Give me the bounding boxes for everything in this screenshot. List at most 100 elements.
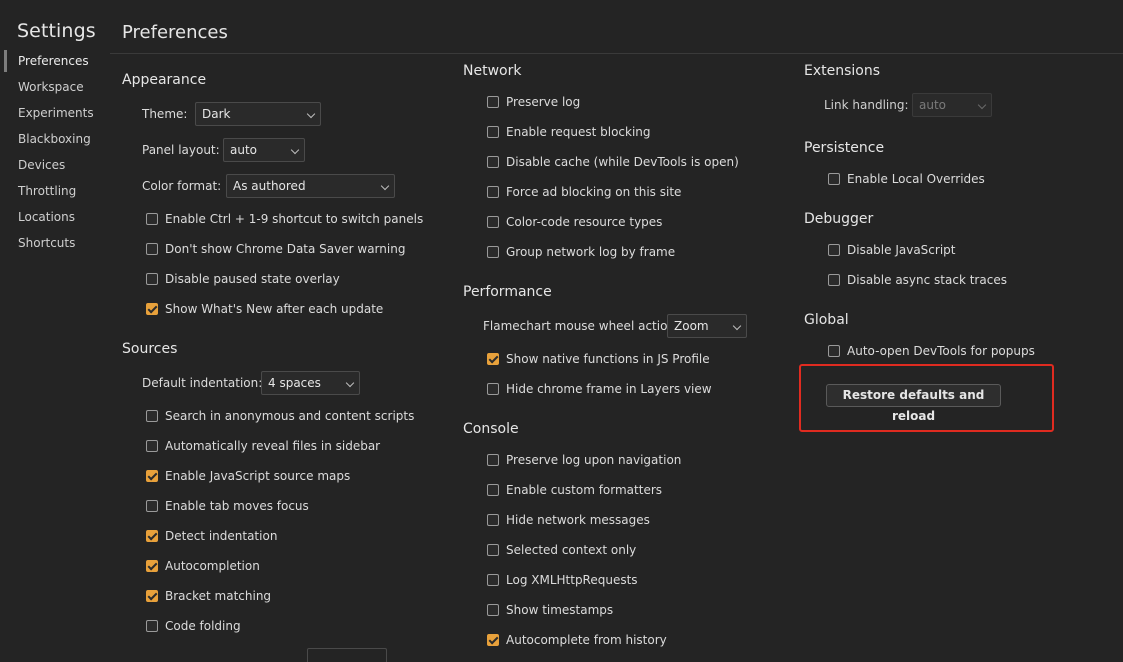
option-label: Autocomplete from history <box>506 633 667 647</box>
color-format-label: Color format: <box>142 179 222 193</box>
option-disable-javascript[interactable]: Disable JavaScript <box>828 240 955 260</box>
checkbox[interactable] <box>487 383 499 395</box>
option-reveal-files[interactable]: Automatically reveal files in sidebar <box>146 436 380 456</box>
option-label: Auto-open DevTools for popups <box>847 344 1035 358</box>
option-selected-context[interactable]: Selected context only <box>487 540 636 560</box>
option-label: Disable async stack traces <box>847 273 1007 287</box>
sidebar-item-locations[interactable]: Locations <box>0 204 110 230</box>
option-tab-focus[interactable]: Enable tab moves focus <box>146 496 309 516</box>
option-show-timestamps[interactable]: Show timestamps <box>487 600 613 620</box>
option-label: Log XMLHttpRequests <box>506 573 638 587</box>
link-handling-select[interactable]: auto <box>912 93 992 117</box>
option-label: Search in anonymous and content scripts <box>165 409 415 423</box>
restore-defaults-button[interactable]: Restore defaults and reload <box>826 384 1001 423</box>
performance-heading: Performance <box>463 284 552 300</box>
checkbox[interactable] <box>146 243 158 255</box>
checkbox[interactable] <box>146 620 158 632</box>
checkbox[interactable] <box>487 156 499 168</box>
checkbox-checked[interactable] <box>146 303 158 315</box>
chevron-down-icon <box>732 321 742 331</box>
checkbox-checked[interactable] <box>487 353 499 365</box>
checkbox[interactable] <box>828 244 840 256</box>
checkbox-checked[interactable] <box>146 590 158 602</box>
sidebar-item-preferences[interactable]: Preferences <box>0 48 110 74</box>
option-label: Enable Local Overrides <box>847 172 985 186</box>
theme-select[interactable]: Dark <box>195 102 321 126</box>
checkbox[interactable] <box>146 410 158 422</box>
panel-layout-select[interactable]: auto <box>223 138 305 162</box>
link-handling-value: auto <box>919 98 947 112</box>
sidebar-item-experiments[interactable]: Experiments <box>0 100 110 126</box>
checkbox[interactable] <box>828 173 840 185</box>
sidebar-item-devices[interactable]: Devices <box>0 152 110 178</box>
option-auto-open-devtools[interactable]: Auto-open DevTools for popups <box>828 341 1035 361</box>
option-label: Enable custom formatters <box>506 483 663 497</box>
checkbox[interactable] <box>487 544 499 556</box>
checkbox[interactable] <box>487 126 499 138</box>
sidebar-item-throttling[interactable]: Throttling <box>0 178 110 204</box>
option-disable-cache[interactable]: Disable cache (while DevTools is open) <box>487 152 739 172</box>
option-request-blocking[interactable]: Enable request blocking <box>487 122 651 142</box>
option-label: Enable Ctrl + 1-9 shortcut to switch pan… <box>165 212 424 226</box>
flamechart-label: Flamechart mouse wheel action: <box>483 319 680 333</box>
checkbox-checked[interactable] <box>146 470 158 482</box>
option-group-by-frame[interactable]: Group network log by frame <box>487 242 675 262</box>
checkbox-checked[interactable] <box>146 560 158 572</box>
color-format-value: As authored <box>233 179 306 193</box>
checkbox[interactable] <box>487 216 499 228</box>
option-async-stack-traces[interactable]: Disable async stack traces <box>828 270 1007 290</box>
option-preserve-log[interactable]: Preserve log <box>487 92 580 112</box>
checkbox[interactable] <box>146 440 158 452</box>
console-heading: Console <box>463 421 519 437</box>
checkbox-checked[interactable] <box>487 634 499 646</box>
panel-layout-label: Panel layout: <box>142 143 220 157</box>
checkbox[interactable] <box>487 246 499 258</box>
checkbox[interactable] <box>828 274 840 286</box>
option-label: Disable cache (while DevTools is open) <box>506 155 739 169</box>
option-color-code[interactable]: Color-code resource types <box>487 212 662 232</box>
option-whats-new[interactable]: Show What's New after each update <box>146 299 383 319</box>
checkbox[interactable] <box>146 273 158 285</box>
option-label: Enable request blocking <box>506 125 651 139</box>
option-search-anonymous[interactable]: Search in anonymous and content scripts <box>146 406 414 426</box>
checkbox[interactable] <box>487 514 499 526</box>
checkbox-checked[interactable] <box>146 530 158 542</box>
checkbox[interactable] <box>487 96 499 108</box>
color-format-select[interactable]: As authored <box>226 174 395 198</box>
select-partial[interactable] <box>307 648 387 662</box>
option-log-xhr[interactable]: Log XMLHttpRequests <box>487 570 638 590</box>
option-autocompletion[interactable]: Autocompletion <box>146 556 260 576</box>
option-native-functions[interactable]: Show native functions in JS Profile <box>487 349 710 369</box>
option-source-maps[interactable]: Enable JavaScript source maps <box>146 466 350 486</box>
checkbox[interactable] <box>487 454 499 466</box>
option-code-folding[interactable]: Code folding <box>146 616 241 636</box>
indentation-select[interactable]: 4 spaces <box>261 371 360 395</box>
checkbox[interactable] <box>487 574 499 586</box>
option-ad-blocking[interactable]: Force ad blocking on this site <box>487 182 681 202</box>
checkbox[interactable] <box>487 604 499 616</box>
flamechart-select[interactable]: Zoom <box>667 314 747 338</box>
option-hide-network-messages[interactable]: Hide network messages <box>487 510 650 530</box>
option-ctrl-shortcut[interactable]: Enable Ctrl + 1-9 shortcut to switch pan… <box>146 209 423 229</box>
sidebar: Settings Preferences Workspace Experimen… <box>0 0 110 662</box>
option-detect-indentation[interactable]: Detect indentation <box>146 526 277 546</box>
checkbox[interactable] <box>487 186 499 198</box>
option-preserve-log-navigation[interactable]: Preserve log upon navigation <box>487 450 681 470</box>
option-hide-chrome-frame[interactable]: Hide chrome frame in Layers view <box>487 379 712 399</box>
checkbox[interactable] <box>828 345 840 357</box>
option-label: Preserve log upon navigation <box>506 453 682 467</box>
checkbox[interactable] <box>146 500 158 512</box>
option-paused-overlay[interactable]: Disable paused state overlay <box>146 269 340 289</box>
sidebar-item-blackboxing[interactable]: Blackboxing <box>0 126 110 152</box>
option-local-overrides[interactable]: Enable Local Overrides <box>828 169 985 189</box>
global-heading: Global <box>804 312 849 328</box>
option-custom-formatters[interactable]: Enable custom formatters <box>487 480 662 500</box>
option-bracket-matching[interactable]: Bracket matching <box>146 586 271 606</box>
sources-heading: Sources <box>122 341 178 357</box>
checkbox[interactable] <box>146 213 158 225</box>
option-autocomplete-history[interactable]: Autocomplete from history <box>487 630 667 650</box>
sidebar-item-workspace[interactable]: Workspace <box>0 74 110 100</box>
checkbox[interactable] <box>487 484 499 496</box>
option-data-saver-warning[interactable]: Don't show Chrome Data Saver warning <box>146 239 405 259</box>
sidebar-item-shortcuts[interactable]: Shortcuts <box>0 230 110 256</box>
